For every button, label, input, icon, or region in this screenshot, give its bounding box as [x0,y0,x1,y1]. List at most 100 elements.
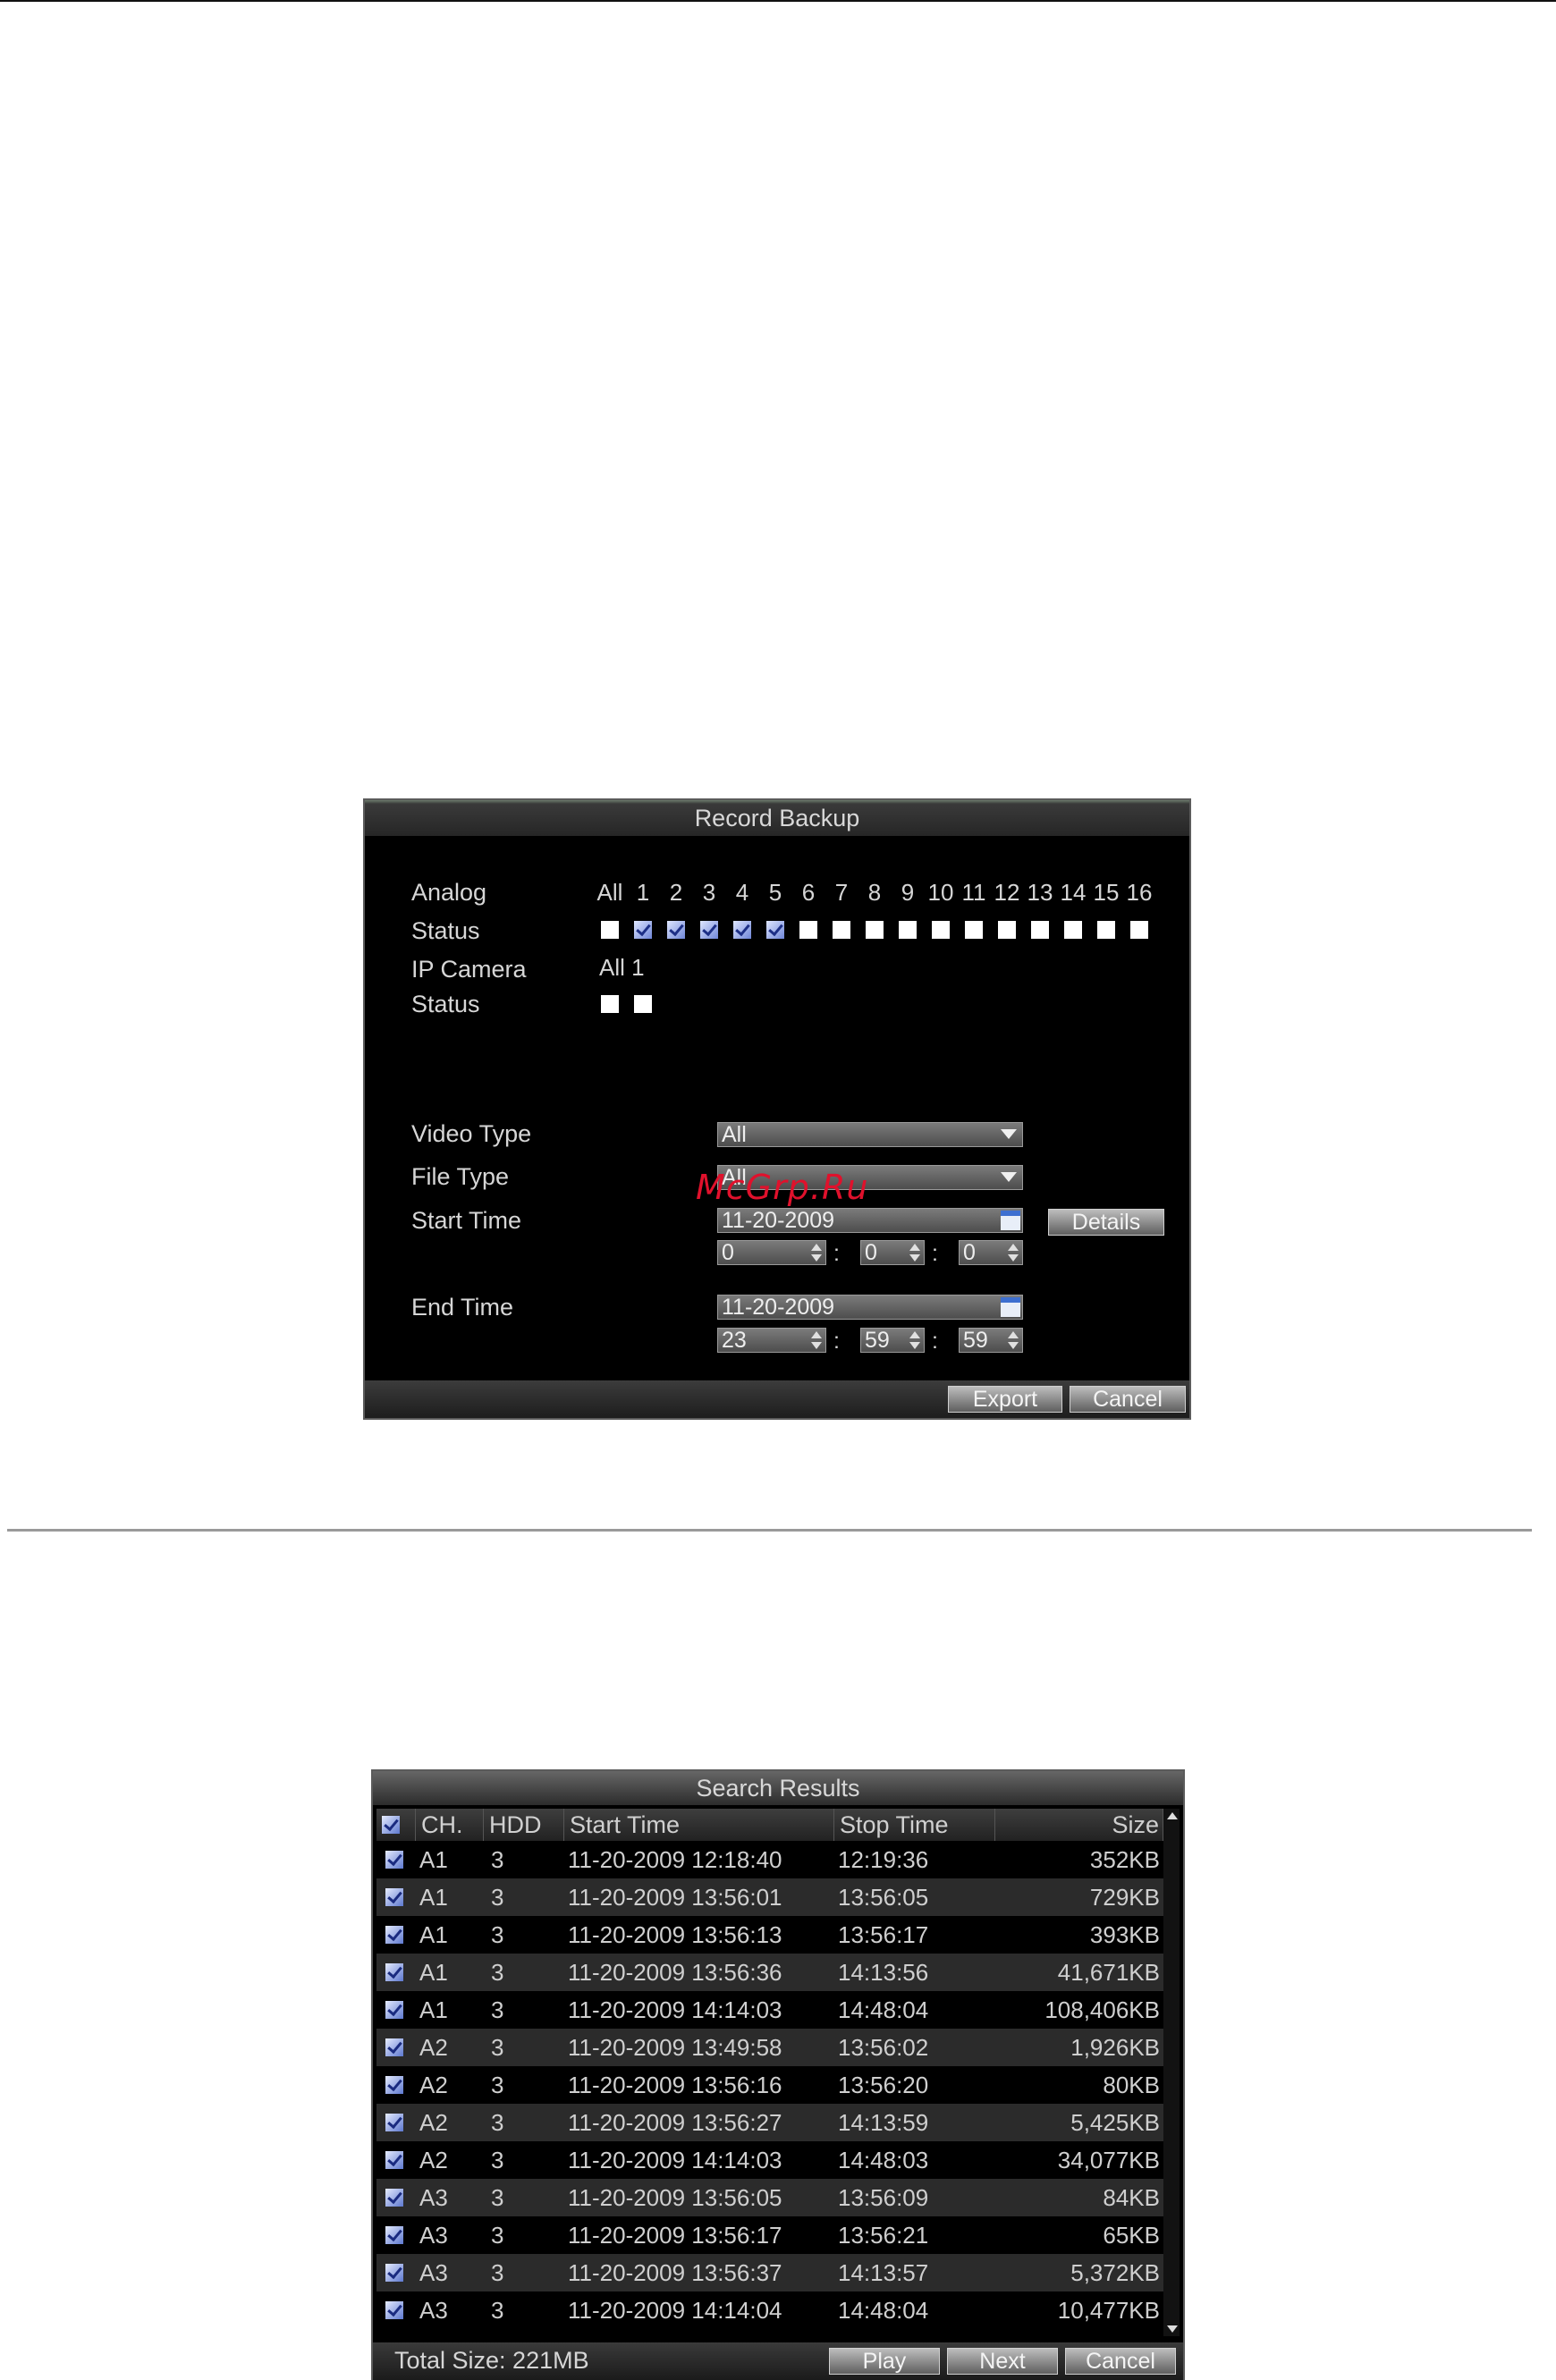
table-row[interactable]: A1 3 11-20-2009 13:56:36 14:13:56 41,671KB [376,1954,1163,1991]
video-type-select[interactable]: All [717,1122,1023,1147]
table-row[interactable]: A3 3 11-20-2009 13:56:05 13:56:09 84KB [376,2179,1163,2216]
table-row[interactable]: A1 3 11-20-2009 13:56:13 13:56:17 393KB [376,1916,1163,1954]
scroll-up-icon[interactable] [1167,1812,1178,1819]
analog-channel-checkbox[interactable] [733,921,751,939]
spinner-arrows-icon[interactable] [909,1330,921,1350]
row-checkbox[interactable] [385,1888,403,1906]
analog-channel-number: 5 [768,879,782,906]
analog-all-checkbox[interactable] [601,921,619,939]
analog-channel-checkbox[interactable] [667,921,685,939]
row-checkbox[interactable] [385,2226,403,2244]
column-size[interactable]: Size [995,1809,1163,1841]
cell-ch: A2 [419,2034,448,2061]
end-second-spinner[interactable]: 59 [959,1328,1023,1353]
scroll-down-icon[interactable] [1167,2325,1178,2333]
analog-channel-checkbox[interactable] [700,921,718,939]
dialog-title: Record Backup [365,800,1189,836]
table-row[interactable]: A3 3 11-20-2009 13:56:37 14:13:57 5,372KB [376,2254,1163,2291]
cell-size: 41,671KB [1057,1959,1160,1986]
table-row[interactable]: A3 3 11-20-2009 14:14:04 14:48:04 10,477KB [376,2291,1163,2329]
next-button[interactable]: Next [947,2348,1058,2375]
row-checkbox[interactable] [385,1926,403,1944]
spinner-arrows-icon[interactable] [909,1243,921,1262]
section-divider [7,1529,1532,1532]
row-checkbox[interactable] [385,2114,403,2131]
cell-size: 65KB [1103,2222,1160,2249]
cell-ch: A3 [419,2222,448,2249]
ip-channel-numbers: All 1 [599,954,645,981]
analog-channel-checkbox[interactable] [833,921,850,939]
start-date-field[interactable]: 11-20-2009 [717,1208,1023,1233]
analog-channel-checkbox[interactable] [899,921,917,939]
column-hdd[interactable]: HDD [484,1809,564,1841]
table-row[interactable]: A1 3 11-20-2009 14:14:03 14:48:04 108,406KB [376,1991,1163,2029]
analog-channel-checkbox[interactable] [866,921,884,939]
cell-ch: A1 [419,1846,448,1873]
cell-hdd: 3 [491,2297,504,2324]
analog-channel-checkbox[interactable] [965,921,983,939]
row-checkbox[interactable] [385,2189,403,2207]
row-checkbox[interactable] [385,2001,403,2019]
play-button[interactable]: Play [829,2348,940,2375]
end-hour-spinner[interactable]: 23 [717,1328,826,1353]
column-stop-time[interactable]: Stop Time [834,1809,995,1841]
table-row[interactable]: A1 3 11-20-2009 13:56:01 13:56:05 729KB [376,1878,1163,1916]
cancel-button[interactable]: Cancel [1070,1386,1186,1413]
details-button[interactable]: Details [1048,1209,1164,1236]
calendar-icon[interactable] [1001,1297,1020,1317]
table-row[interactable]: A3 3 11-20-2009 13:56:17 13:56:21 65KB [376,2216,1163,2254]
record-backup-dialog: Record Backup Analog Status All 1 2 3 4 5 6 7 8 9… [363,798,1191,1420]
table-row[interactable]: A2 3 11-20-2009 13:49:58 13:56:02 1,926KB [376,2029,1163,2066]
table-row[interactable]: A2 3 11-20-2009 13:56:27 14:13:59 5,425KB [376,2104,1163,2141]
calendar-icon[interactable] [1001,1211,1020,1230]
spinner-arrows-icon[interactable] [810,1330,823,1350]
analog-channel-checkbox[interactable] [766,921,784,939]
scrollbar[interactable] [1163,1809,1180,2336]
end-date-field[interactable]: 11-20-2009 [717,1295,1023,1320]
row-checkbox[interactable] [385,2264,403,2282]
analog-channel-checkbox[interactable] [1031,921,1049,939]
analog-channel-checkbox[interactable] [998,921,1016,939]
export-button[interactable]: Export [948,1386,1062,1413]
column-start-time[interactable]: Start Time [564,1809,834,1841]
end-minute-spinner[interactable]: 59 [860,1328,925,1353]
cell-size: 108,406KB [1044,1996,1160,2023]
analog-channel-checkbox[interactable] [634,921,652,939]
analog-status-label: Status [411,917,480,944]
start-second-value: 0 [963,1240,976,1265]
column-ch[interactable]: CH. [416,1809,484,1841]
start-hour-spinner[interactable]: 0 [717,1240,826,1265]
start-second-spinner[interactable]: 0 [959,1240,1023,1265]
select-all-checkbox[interactable] [382,1816,400,1834]
cell-hdd: 3 [491,2072,504,2098]
analog-channel-number: 11 [961,879,986,906]
cell-start: 11-20-2009 12:18:40 [568,1846,782,1873]
table-row[interactable]: A1 3 11-20-2009 12:18:40 12:19:36 352KB [376,1841,1163,1878]
start-minute-spinner[interactable]: 0 [860,1240,925,1265]
analog-channel-checkbox[interactable] [1064,921,1082,939]
table-row[interactable]: A2 3 11-20-2009 13:56:16 13:56:20 80KB [376,2066,1163,2104]
cell-hdd: 3 [491,1846,504,1873]
row-checkbox[interactable] [385,2038,403,2056]
row-checkbox[interactable] [385,2151,403,2169]
ip-all-checkbox[interactable] [601,995,619,1013]
row-checkbox[interactable] [385,1851,403,1869]
spinner-arrows-icon[interactable] [1007,1243,1019,1262]
row-checkbox[interactable] [385,1963,403,1981]
analog-channel-number: 1 [636,879,650,906]
analog-channel-checkbox[interactable] [932,921,950,939]
cancel-button[interactable]: Cancel [1065,2348,1176,2375]
video-type-value: All [722,1122,747,1147]
analog-channel-checkbox[interactable] [1097,921,1115,939]
select-all-column[interactable] [376,1809,416,1841]
time-separator: : [833,1241,840,1266]
row-checkbox[interactable] [385,2301,403,2319]
spinner-arrows-icon[interactable] [810,1243,823,1262]
spinner-arrows-icon[interactable] [1007,1330,1019,1350]
analog-channel-checkbox[interactable] [1130,921,1148,939]
ip-channel-1-checkbox[interactable] [634,995,652,1013]
cell-hdd: 3 [491,1959,504,1986]
analog-channel-checkbox[interactable] [799,921,817,939]
table-row[interactable]: A2 3 11-20-2009 14:14:03 14:48:03 34,077KB [376,2141,1163,2179]
row-checkbox[interactable] [385,2076,403,2094]
